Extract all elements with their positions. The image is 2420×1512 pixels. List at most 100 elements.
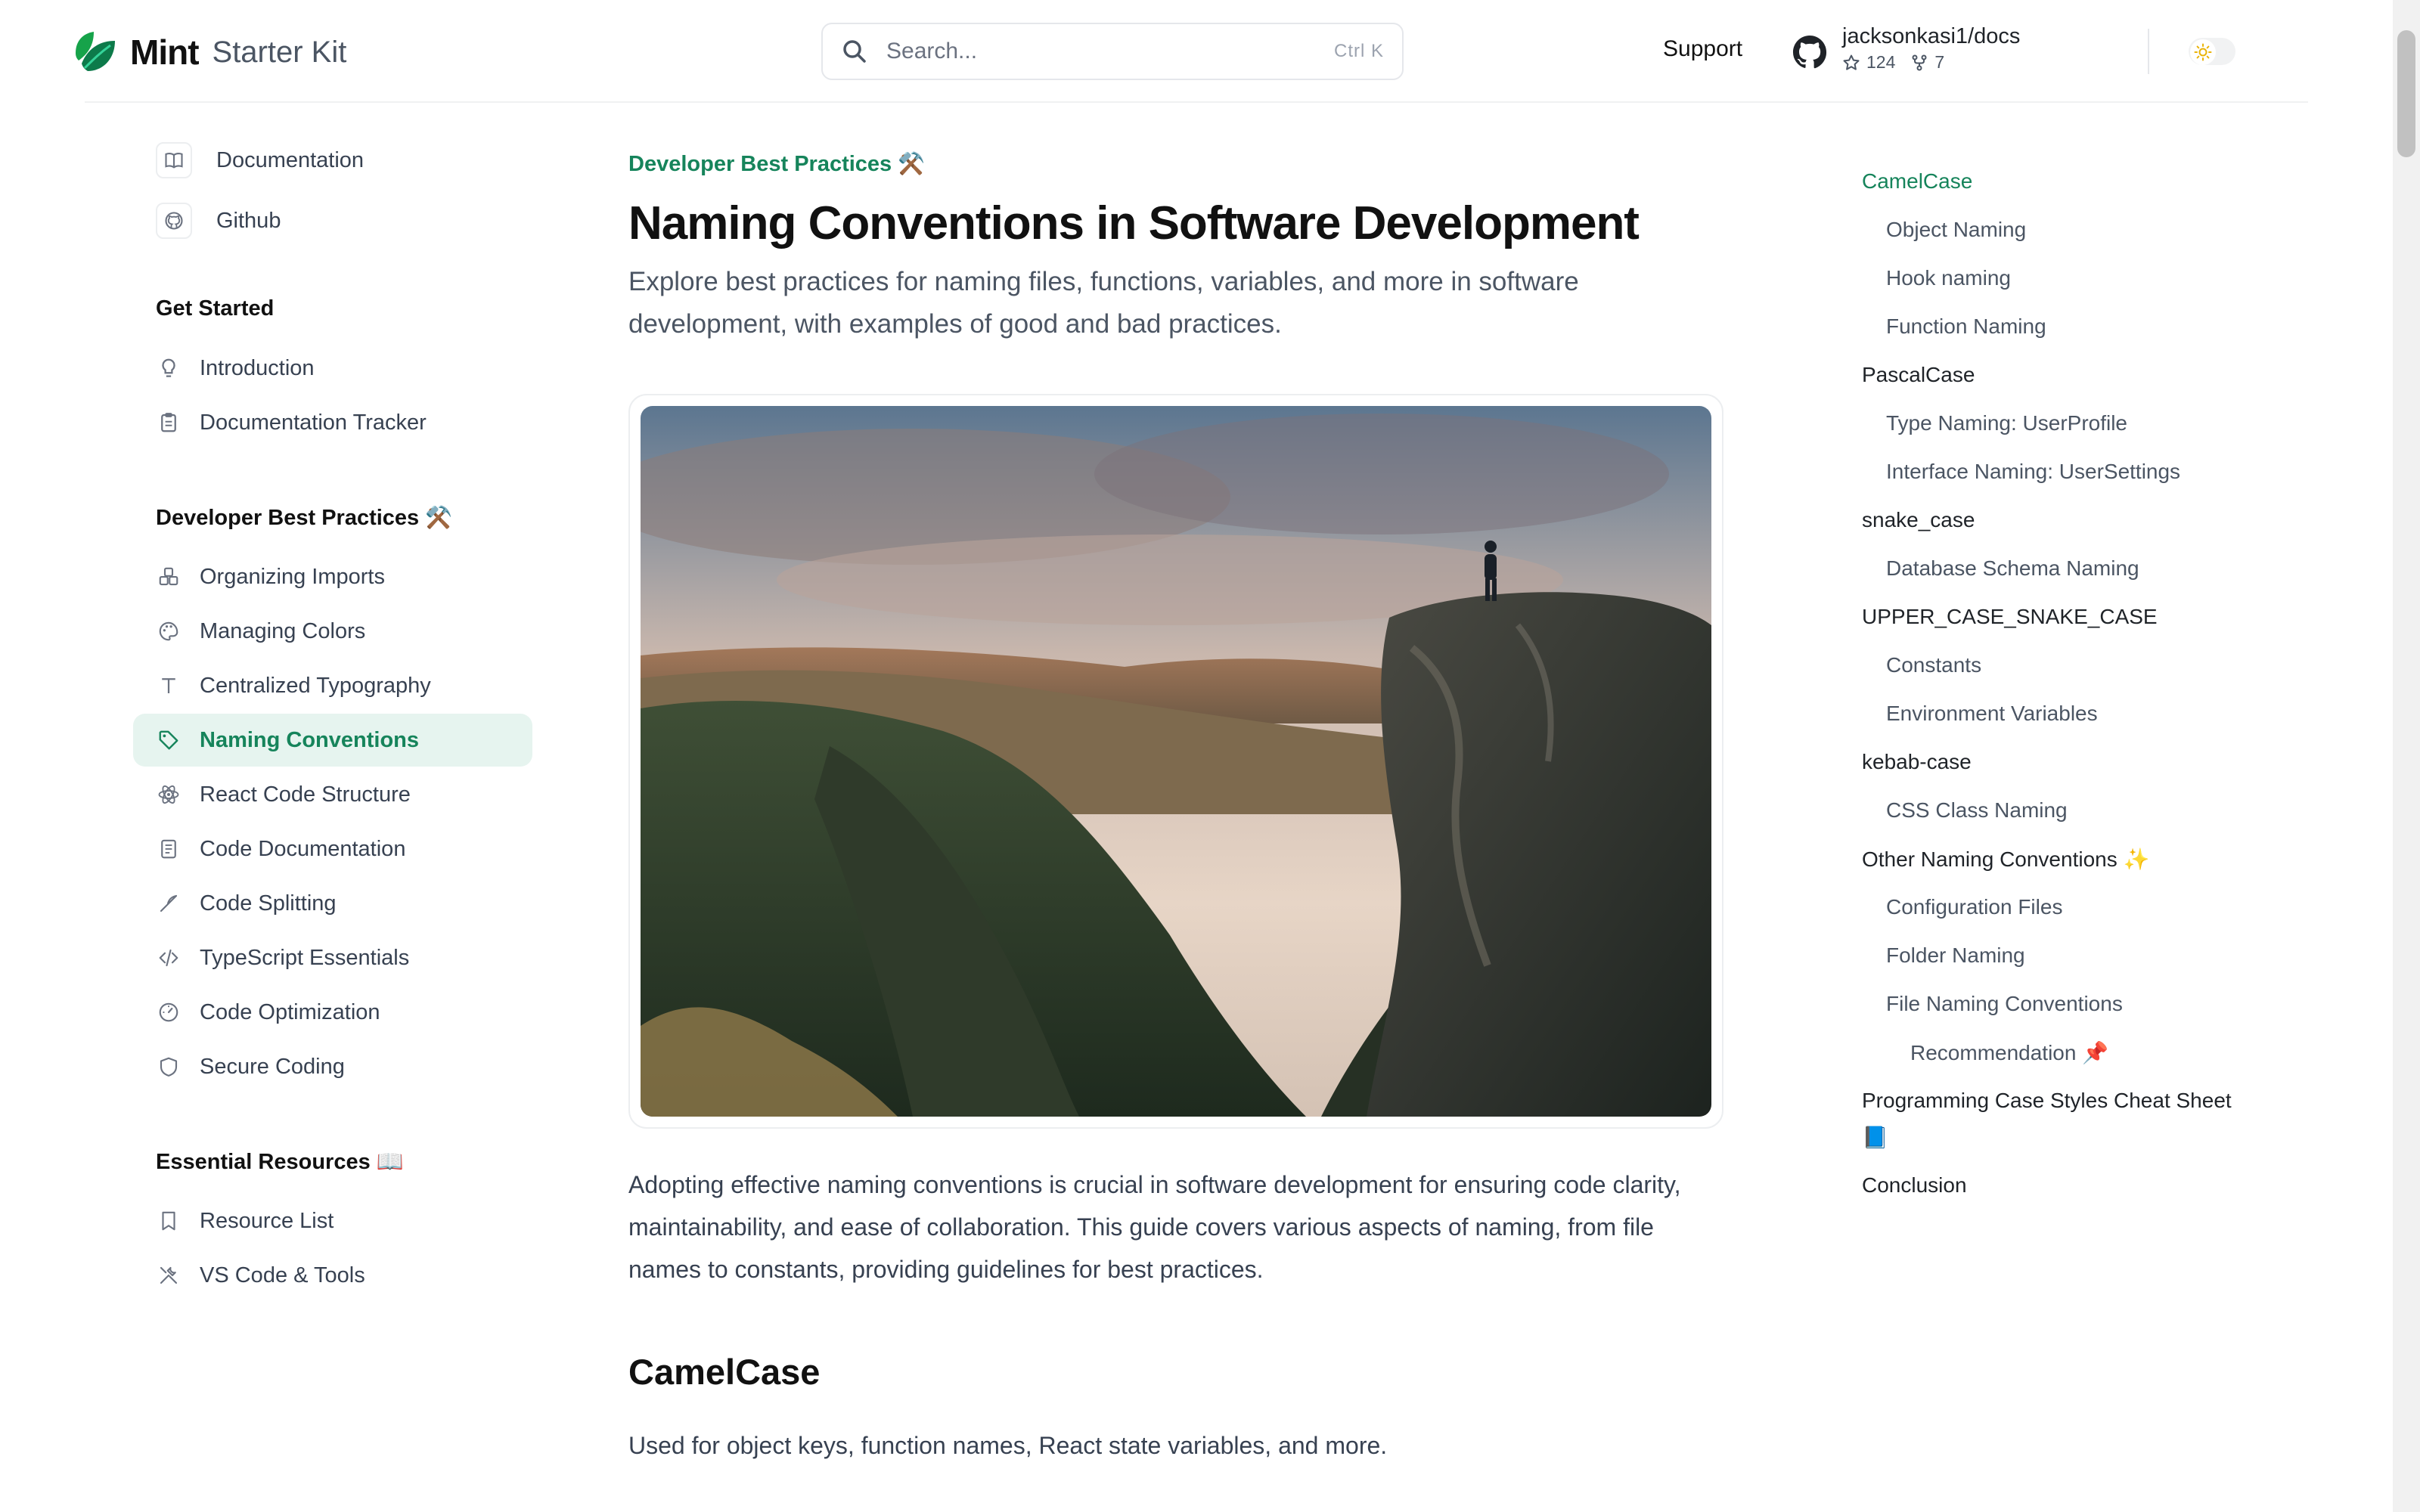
- lightbulb-icon: [156, 355, 182, 381]
- sidebar-item-label: Documentation Tracker: [200, 410, 427, 435]
- toc-item[interactable]: Configuration Files: [1886, 895, 2062, 919]
- theme-toggle[interactable]: [2189, 38, 2235, 65]
- page-scrollbar[interactable]: [2393, 0, 2420, 1512]
- sidebar-item-label: Naming Conventions: [200, 727, 420, 752]
- sidebar-item-label: Resource List: [200, 1208, 334, 1233]
- sidebar-item-vs-code-tools[interactable]: VS Code & Tools: [133, 1249, 532, 1302]
- scrollbar-thumb[interactable]: [2397, 30, 2415, 157]
- sidebar-item-label: React Code Structure: [200, 782, 411, 807]
- repo-name: jacksonkasi1/docs: [1842, 24, 2021, 48]
- sidebar-item-naming-conventions[interactable]: Naming Conventions: [133, 714, 532, 767]
- sidebar-link-label: Documentation: [216, 147, 365, 172]
- sidebar-item-label: Code Optimization: [200, 999, 380, 1024]
- sidebar-group-title: Essential Resources 📖: [156, 1150, 404, 1174]
- search-placeholder: Search...: [886, 39, 978, 64]
- sidebar-item-code-documentation[interactable]: Code Documentation: [133, 823, 532, 875]
- github-repo-link[interactable]: jacksonkasi1/docs 124 7: [1792, 24, 2020, 73]
- toc-item[interactable]: Function Naming: [1886, 314, 2046, 339]
- shield-icon: [156, 1054, 182, 1080]
- sidebar-item-label: Code Documentation: [200, 836, 406, 861]
- sidebar-link-documentation[interactable]: Documentation: [156, 142, 364, 178]
- toc-item[interactable]: Recommendation 📌: [1910, 1040, 2108, 1065]
- toc-item[interactable]: CamelCase: [1862, 169, 1972, 194]
- boxes-icon: [156, 564, 182, 590]
- sidebar-item-code-optimization[interactable]: Code Optimization: [133, 986, 532, 1039]
- toc-item[interactable]: Conclusion: [1862, 1173, 1967, 1198]
- toc-item[interactable]: Type Naming: UserProfile: [1886, 411, 2127, 435]
- toc-item[interactable]: Programming Case Styles Cheat Sheet: [1862, 1089, 2232, 1113]
- toc-item[interactable]: UPPER_CASE_SNAKE_CASE: [1862, 605, 2158, 629]
- code-icon: [156, 945, 182, 971]
- sidebar-item-code-splitting[interactable]: Code Splitting: [133, 877, 532, 930]
- toc-item[interactable]: Environment Variables: [1886, 702, 2098, 726]
- sidebar-item-label: Managing Colors: [200, 618, 366, 643]
- search-shortcut: Ctrl K: [1334, 41, 1384, 61]
- search-icon: [843, 40, 866, 63]
- sidebar-item-secure-coding[interactable]: Secure Coding: [133, 1040, 532, 1093]
- sidebar-item-typescript-essentials[interactable]: TypeScript Essentials: [133, 931, 532, 984]
- tag-icon: [156, 727, 182, 753]
- toc-item[interactable]: Other Naming Conventions ✨: [1862, 847, 2149, 872]
- toc-item[interactable]: Hook naming: [1886, 266, 2011, 290]
- toc-item[interactable]: snake_case: [1862, 508, 1975, 532]
- gauge-icon: [156, 999, 182, 1025]
- hero-image: [641, 406, 1711, 1117]
- toc-item[interactable]: Interface Naming: UserSettings: [1886, 460, 2180, 484]
- toc-item[interactable]: File Naming Conventions: [1886, 992, 2123, 1016]
- tools-icon: [156, 1263, 182, 1288]
- main-content: Developer Best Practices ⚒️ Naming Conve…: [628, 151, 1725, 1460]
- react-icon: [156, 782, 182, 807]
- section-heading: CamelCase: [628, 1352, 821, 1392]
- intro-paragraph: Adopting effective naming conventions is…: [628, 1171, 1681, 1283]
- logo[interactable]: Mint Starter Kit: [71, 29, 346, 76]
- hero-image-frame: [628, 394, 1723, 1129]
- sidebar-link-github[interactable]: Github: [156, 203, 281, 239]
- sidebar-link-label: Github: [216, 208, 281, 233]
- toc-item[interactable]: kebab-case: [1862, 750, 1972, 774]
- sidebar-item-label: VS Code & Tools: [200, 1263, 365, 1287]
- page-description: Explore best practices for naming files,…: [628, 267, 1579, 339]
- sidebar-item-label: TypeScript Essentials: [200, 945, 410, 970]
- bookmark-icon: [156, 1208, 182, 1234]
- sidebar-item-label: Centralized Typography: [200, 673, 431, 698]
- toc-item[interactable]: Object Naming: [1886, 218, 2026, 242]
- sidebar-item-react-code-structure[interactable]: React Code Structure: [133, 768, 532, 821]
- toc-item[interactable]: Constants: [1886, 653, 1981, 677]
- brand-name: Mint: [130, 33, 200, 72]
- sidebar-item-managing-colors[interactable]: Managing Colors: [133, 605, 532, 658]
- sidebar-item-label: Organizing Imports: [200, 564, 385, 589]
- toc-item[interactable]: 📘: [1862, 1125, 1888, 1150]
- section-paragraph: Used for object keys, function names, Re…: [628, 1432, 1388, 1459]
- sidebar-item-resource-list[interactable]: Resource List: [133, 1194, 532, 1247]
- search-bar[interactable]: Search... Ctrl K: [821, 23, 1404, 80]
- book-icon: [156, 142, 192, 178]
- type-icon: [156, 673, 182, 699]
- document-icon: [156, 836, 182, 862]
- breadcrumb[interactable]: Developer Best Practices ⚒️: [628, 151, 1725, 177]
- sidebar-item-label: Secure Coding: [200, 1054, 345, 1079]
- header-divider: [2148, 29, 2149, 74]
- sidebar-group-title: Developer Best Practices ⚒️: [156, 506, 453, 530]
- support-link[interactable]: Support: [1663, 36, 1742, 62]
- github-icon: [1792, 35, 1827, 69]
- sidebar-item-documentation-tracker[interactable]: Documentation Tracker: [133, 396, 532, 449]
- star-icon: [1843, 54, 1860, 70]
- brand-subtitle: Starter Kit: [212, 35, 347, 69]
- toc-item[interactable]: PascalCase: [1862, 363, 1975, 387]
- clipboard-icon: [156, 410, 182, 435]
- toc-item[interactable]: Database Schema Naming: [1886, 556, 2139, 581]
- github-icon: [156, 203, 192, 239]
- toc-item[interactable]: Folder Naming: [1886, 943, 2025, 968]
- sidebar-group-title: Get Started: [156, 296, 275, 321]
- repo-stars-count: 124: [1866, 52, 1896, 72]
- mint-leaf-icon: [71, 30, 118, 74]
- sidebar-item-label: Introduction: [200, 355, 315, 380]
- sidebar-item-introduction[interactable]: Introduction: [133, 342, 532, 395]
- sun-icon: [2190, 39, 2216, 65]
- toc-item[interactable]: CSS Class Naming: [1886, 798, 2068, 823]
- fork-icon: [1912, 54, 1927, 70]
- sidebar-item-centralized-typography[interactable]: Centralized Typography: [133, 659, 532, 712]
- page-title: Naming Conventions in Software Developme…: [628, 197, 1640, 249]
- sidebar-item-organizing-imports[interactable]: Organizing Imports: [133, 550, 532, 603]
- sidebar-item-label: Code Splitting: [200, 891, 337, 916]
